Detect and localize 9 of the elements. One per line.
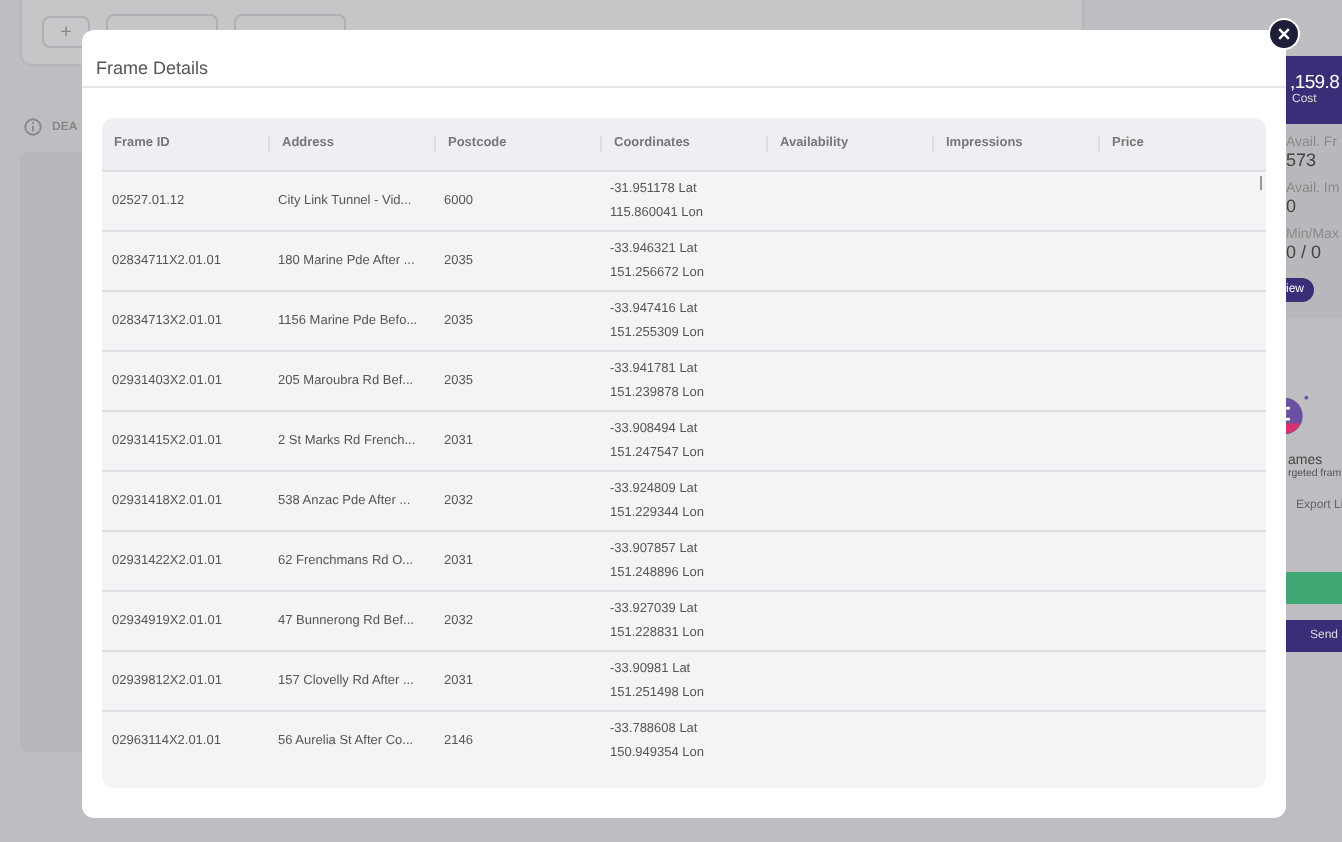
- scrollbar-thumb[interactable]: [1259, 176, 1262, 190]
- stat-value: 573: [1286, 150, 1319, 170]
- cost-value: ,159.8: [1290, 72, 1342, 94]
- close-icon: [1276, 26, 1292, 42]
- stat-value: 0 / 0: [1286, 242, 1324, 262]
- stat-value: 0: [1286, 196, 1299, 216]
- info-icon: [24, 118, 42, 136]
- close-button[interactable]: [1268, 18, 1300, 50]
- dialog-title: Frame Details: [96, 58, 209, 78]
